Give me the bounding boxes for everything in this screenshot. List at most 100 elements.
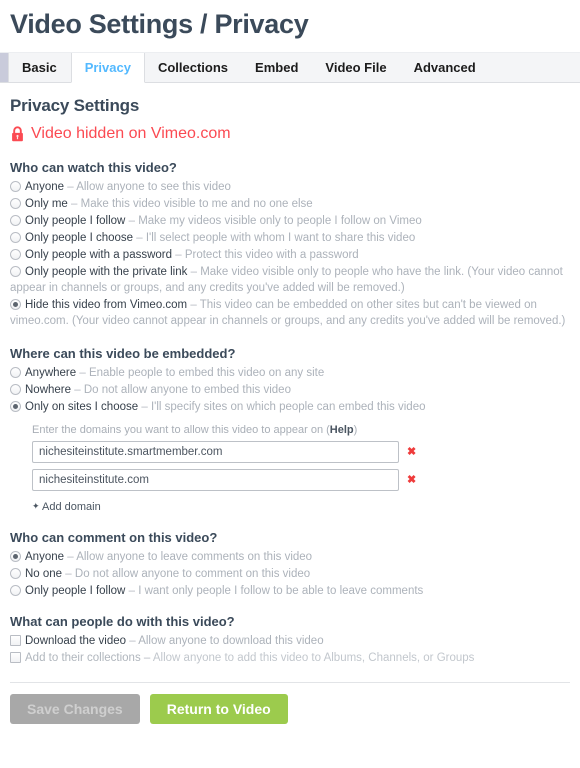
option-desc: Allow anyone to leave comments on this v… [76,551,313,564]
tab-bar: Basic Privacy Collections Embed Video Fi… [0,52,580,84]
domain-row: ✖ [32,469,570,492]
remove-domain-icon[interactable]: ✖ [407,446,416,458]
radio-indicator[interactable] [10,232,21,244]
radio-watch-only-people-i-choose[interactable]: Only people I choose – I'll select peopl… [10,230,570,246]
radio-watch-only-people-i-follow[interactable]: Only people I follow – Make my videos vi… [10,213,570,229]
radio-indicator[interactable] [10,266,21,278]
tab-video-file[interactable]: Video File [312,53,400,82]
comment-group-title: Who can comment on this video? [10,530,218,546]
option-label: Anyone [25,181,65,194]
radio-watch-password[interactable]: Only people with a password – Protect th… [10,247,570,263]
option-label: Nowhere [25,384,72,397]
option-dash: – [67,551,74,564]
checkbox-add-to-collections[interactable]: Add to their collections – Allow anyone … [10,650,570,666]
save-changes-button[interactable]: Save Changes [10,694,140,725]
domain-input-2[interactable] [32,469,399,492]
option-label: Hide this video from Vimeo.com [25,299,188,312]
tab-privacy[interactable]: Privacy [70,53,145,84]
add-icon: ✦ [32,501,40,512]
option-label: Only people I follow [25,585,126,598]
content-area: Privacy Settings Video hidden on Vimeo.c… [0,96,580,666]
option-label: Download the video [25,635,127,648]
tab-basic[interactable]: Basic [9,53,71,82]
tab-bar-left-stub [0,53,9,83]
option-label: Only people I follow [25,215,126,228]
option-label: Only on sites I choose [25,401,139,414]
option-dash: – [128,215,135,228]
radio-comment-only-people-i-follow[interactable]: Only people I follow – I want only peopl… [10,583,570,599]
radio-indicator[interactable] [10,215,21,227]
option-label: Only people with a password [25,249,173,262]
option-dash: – [74,384,81,397]
tab-embed[interactable]: Embed [242,53,312,82]
video-settings-page: Video Settings / Privacy Basic Privacy C… [0,0,580,768]
embed-group-title: Where can this video be embedded? [10,346,236,362]
radio-embed-nowhere[interactable]: Nowhere – Do not allow anyone to embed t… [10,382,570,398]
option-dash: – [136,232,143,245]
option-desc: I'll select people with whom I want to s… [145,232,416,245]
option-label: Anywhere [25,367,77,380]
option-label: No one [25,568,63,581]
lock-icon [11,126,24,142]
option-desc: Allow anyone to download this video [138,635,324,648]
radio-embed-anywhere[interactable]: Anywhere – Enable people to embed this v… [10,365,570,381]
tab-collections[interactable]: Collections [145,53,242,82]
radio-indicator-selected[interactable] [10,299,21,311]
domains-instruction: Enter the domains you want to allow this… [32,424,570,436]
option-desc: Make my videos visible only to people I … [138,215,422,228]
radio-indicator[interactable] [10,181,21,193]
option-desc: I'll specify sites on which people can e… [150,401,426,414]
privacy-status-text: Video hidden on Vimeo.com [31,125,231,143]
option-label: Only people I choose [25,232,134,245]
radio-embed-only-sites-i-choose[interactable]: Only on sites I choose – I'll specify si… [10,399,570,415]
radio-comment-anyone[interactable]: Anyone – Allow anyone to leave comments … [10,549,570,565]
option-dash: – [71,198,78,211]
option-desc: Do not allow anyone to embed this video [83,384,291,397]
remove-domain-icon[interactable]: ✖ [407,474,416,486]
radio-watch-hide-from-vimeo[interactable]: Hide this video from Vimeo.com – This vi… [10,297,570,329]
option-dash: – [79,367,86,380]
checkbox-indicator[interactable] [10,652,21,664]
option-dash: – [143,652,151,665]
option-dash: – [128,585,135,598]
radio-indicator[interactable] [10,249,21,261]
option-dash: – [65,568,72,581]
domain-input-1[interactable] [32,441,399,464]
option-label: Only me [25,198,68,211]
radio-indicator[interactable] [10,384,21,396]
option-dash: – [141,401,148,414]
allowed-domains-block: Enter the domains you want to allow this… [32,424,570,515]
radio-indicator[interactable] [10,198,21,210]
actions-group-title: What can people do with this video? [10,614,235,630]
return-to-video-button[interactable]: Return to Video [149,694,288,725]
radio-indicator-selected[interactable] [10,401,21,413]
help-link[interactable]: Help [330,424,354,436]
radio-comment-no-one[interactable]: No one – Do not allow anyone to comment … [10,566,570,582]
radio-indicator-selected[interactable] [10,551,21,563]
option-desc: Do not allow anyone to comment on this v… [74,568,311,581]
option-dash: – [190,299,197,312]
radio-indicator[interactable] [10,367,21,379]
domain-row: ✖ [32,441,570,464]
radio-watch-anyone[interactable]: Anyone – Allow anyone to see this video [10,179,570,195]
radio-watch-only-me[interactable]: Only me – Make this video visible to me … [10,196,570,212]
option-desc: Allow anyone to see this video [76,181,231,194]
radio-indicator[interactable] [10,585,21,597]
domains-instruction-text: Enter the domains you want to allow this… [32,424,330,437]
option-label: Anyone [25,551,65,564]
checkbox-indicator[interactable] [10,635,21,647]
section-title: Privacy Settings [10,96,140,116]
option-desc: Make this video visible to me and no one… [80,198,313,211]
checkbox-download-the-video[interactable]: Download the video – Allow anyone to dow… [10,633,570,649]
option-dash: – [67,181,74,194]
radio-watch-private-link[interactable]: Only people with the private link – Make… [10,264,570,296]
tab-advanced[interactable]: Advanced [401,53,490,82]
page-title: Video Settings / Privacy [10,9,309,39]
option-desc: Protect this video with a password [184,249,359,262]
option-label: Add to their collections [25,652,141,665]
add-domain-link[interactable]: ✦ Add domain [32,501,101,513]
option-label: Only people with the private link [25,266,188,279]
watch-group-title: Who can watch this video? [10,160,177,176]
option-dash: – [190,266,197,279]
radio-indicator[interactable] [10,568,21,580]
